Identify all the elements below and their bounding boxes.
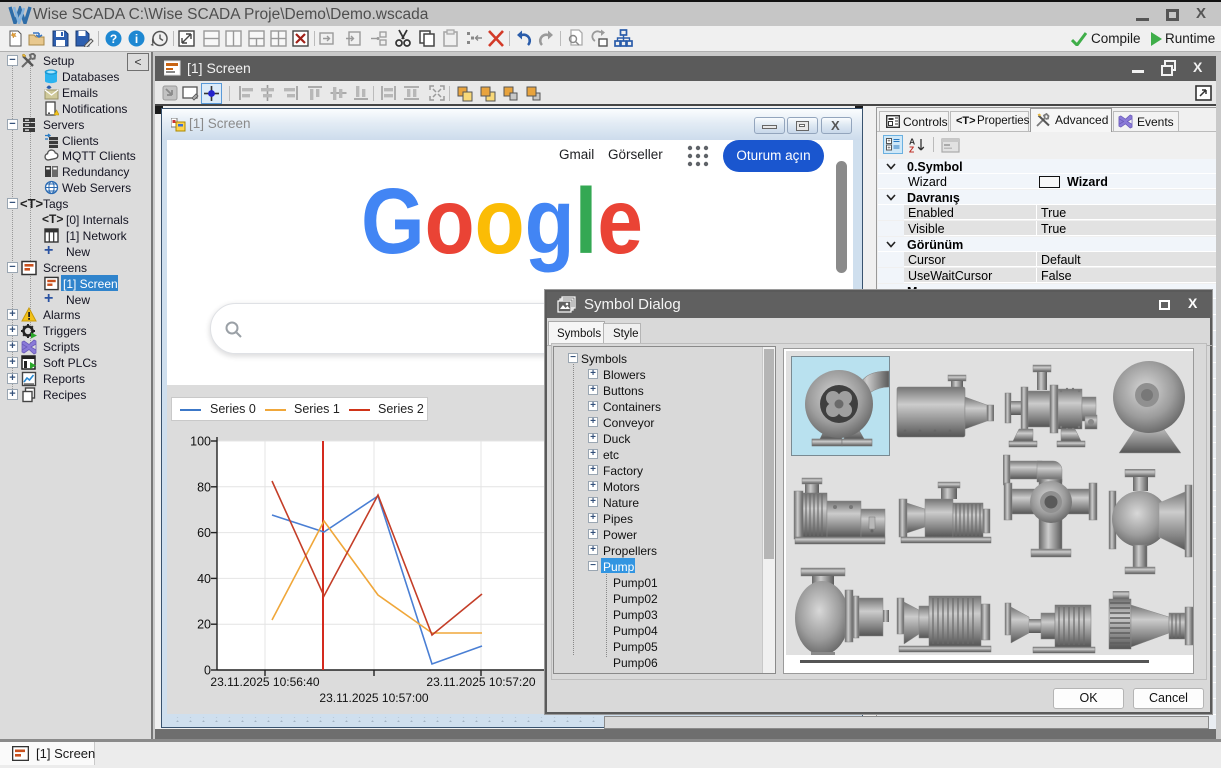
svg-text:100: 100 — [190, 435, 211, 449]
svg-text:23.11.2025 10:56:40: 23.11.2025 10:56:40 — [210, 675, 320, 689]
svg-text:23.11.2025 10:57:00: 23.11.2025 10:57:00 — [319, 691, 429, 705]
svg-text:40: 40 — [197, 572, 211, 586]
svg-text:+: + — [887, 145, 890, 151]
svg-text:+: + — [887, 139, 890, 145]
svg-text:20: 20 — [197, 618, 211, 632]
svg-text:Z: Z — [909, 145, 914, 154]
svg-text:23.11.2025 10:57:20: 23.11.2025 10:57:20 — [426, 675, 536, 689]
svg-text:80: 80 — [197, 480, 211, 494]
svg-text:60: 60 — [197, 526, 211, 540]
svg-text:i: i — [135, 32, 138, 46]
svg-text:?: ? — [110, 32, 117, 46]
